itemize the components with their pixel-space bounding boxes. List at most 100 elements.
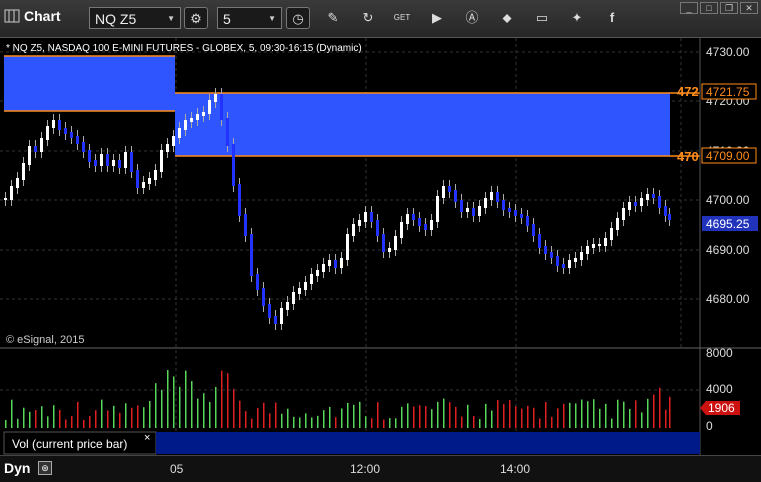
volume-bar xyxy=(227,373,229,428)
alert-icon[interactable]: Ⓐ xyxy=(463,9,481,27)
interval-select[interactable]: 5 ▼ xyxy=(217,7,282,29)
candle xyxy=(88,150,91,162)
twitter-icon[interactable]: ✦ xyxy=(568,9,586,27)
volume-bar xyxy=(557,408,559,428)
upper-zone-tag: 472 xyxy=(677,84,699,99)
candle xyxy=(622,208,625,220)
candle xyxy=(154,170,157,180)
chart-grid-icon xyxy=(4,9,20,23)
candle xyxy=(208,100,211,114)
candle xyxy=(238,184,241,216)
chart-area[interactable]: * NQ Z5, NASDAQ 100 E-MINI FUTURES - GLO… xyxy=(0,38,761,455)
candle xyxy=(286,302,289,310)
volume-bar xyxy=(593,399,595,428)
candle xyxy=(484,198,487,208)
volume-bar xyxy=(449,402,451,428)
volume-panel-bar xyxy=(156,432,700,454)
candle xyxy=(646,194,649,200)
current-price-label: 4695.25 xyxy=(706,217,750,231)
time-axis: Dyn ⊛ 05 12:00 14:00 xyxy=(0,455,761,482)
lock-icon[interactable]: ⊛ xyxy=(38,461,52,475)
play-icon[interactable]: ▶ xyxy=(428,9,446,27)
clock-icon: ◷ xyxy=(292,11,304,26)
candle xyxy=(382,234,385,252)
chevron-down-icon: ▼ xyxy=(167,14,175,23)
candle xyxy=(262,288,265,306)
close-icon[interactable]: × xyxy=(144,432,150,444)
volume-bar xyxy=(41,406,43,428)
tag-icon[interactable]: ⬥ xyxy=(498,9,516,27)
candle xyxy=(22,163,25,180)
price-tick: 4680.00 xyxy=(706,292,750,306)
candle xyxy=(280,308,283,324)
volume-bar xyxy=(47,416,49,428)
candle xyxy=(142,182,145,188)
close-button[interactable]: ✕ xyxy=(740,2,758,14)
volume-bar xyxy=(515,406,517,428)
dynamic-mode-label[interactable]: Dyn xyxy=(4,460,30,476)
price-tick: 4690.00 xyxy=(706,243,750,257)
volume-bar xyxy=(647,398,649,428)
volume-bar xyxy=(107,410,109,428)
settings-button[interactable]: ⚙ xyxy=(184,7,208,29)
candle xyxy=(448,186,451,192)
time-button[interactable]: ◷ xyxy=(286,7,310,29)
candle xyxy=(652,194,655,198)
candle xyxy=(490,192,493,200)
volume-bar xyxy=(341,408,343,428)
volume-bar xyxy=(575,403,577,428)
volume-bar xyxy=(629,409,631,428)
candle xyxy=(244,214,247,236)
price-tick: 4730.00 xyxy=(706,45,750,59)
restore-button[interactable]: ❐ xyxy=(720,2,738,14)
volume-bar xyxy=(161,389,163,428)
candle xyxy=(628,202,631,210)
gear-icon: ⚙ xyxy=(190,11,202,26)
maximize-button[interactable]: □ xyxy=(700,2,718,14)
candle xyxy=(574,258,577,262)
candle xyxy=(442,186,445,198)
candle xyxy=(604,238,607,246)
symbol-select[interactable]: NQ Z5 ▼ xyxy=(89,7,181,29)
restore-icon: ❐ xyxy=(724,3,734,13)
candle xyxy=(16,178,19,188)
volume-bar xyxy=(11,399,13,428)
candle xyxy=(424,224,427,230)
volume-bar xyxy=(23,407,25,428)
draw-pencil-icon[interactable]: ✎ xyxy=(324,9,342,27)
volume-bar xyxy=(413,406,415,428)
candle xyxy=(668,214,671,220)
candle xyxy=(334,260,337,268)
facebook-icon[interactable]: f xyxy=(603,9,621,27)
get-icon[interactable]: GET xyxy=(393,9,411,27)
volume-bar xyxy=(83,419,85,428)
candle xyxy=(322,264,325,272)
maximize-icon: □ xyxy=(706,3,712,13)
volume-bar xyxy=(359,401,361,428)
volume-bar xyxy=(329,406,331,428)
candle xyxy=(556,256,559,266)
volume-bar xyxy=(635,400,637,428)
volume-bar xyxy=(527,405,529,428)
minimize-button[interactable]: _ xyxy=(680,2,698,14)
supply-zone xyxy=(175,93,670,156)
volume-bar xyxy=(545,402,547,428)
candle xyxy=(226,118,229,146)
candle xyxy=(106,154,109,166)
volume-bar xyxy=(473,415,475,428)
candle xyxy=(394,236,397,250)
candle xyxy=(274,316,277,324)
candle xyxy=(202,112,205,116)
volume-bar xyxy=(191,381,193,428)
toolbar: Chart NQ Z5 ▼ ⚙ 5 ▼ ◷ ✎ ↻ GET ▶ Ⓐ ⬥ ▭ ✦ f … xyxy=(0,0,761,38)
candle xyxy=(508,208,511,212)
candle xyxy=(220,94,223,120)
candle xyxy=(472,208,475,216)
volume-bar xyxy=(599,408,601,428)
symbol-value: NQ Z5 xyxy=(95,11,137,27)
refresh-icon[interactable]: ↻ xyxy=(359,9,377,27)
volume-bar xyxy=(659,387,661,428)
message-icon[interactable]: ▭ xyxy=(533,9,551,27)
volume-bar xyxy=(215,386,217,428)
volume-bar xyxy=(563,403,565,428)
